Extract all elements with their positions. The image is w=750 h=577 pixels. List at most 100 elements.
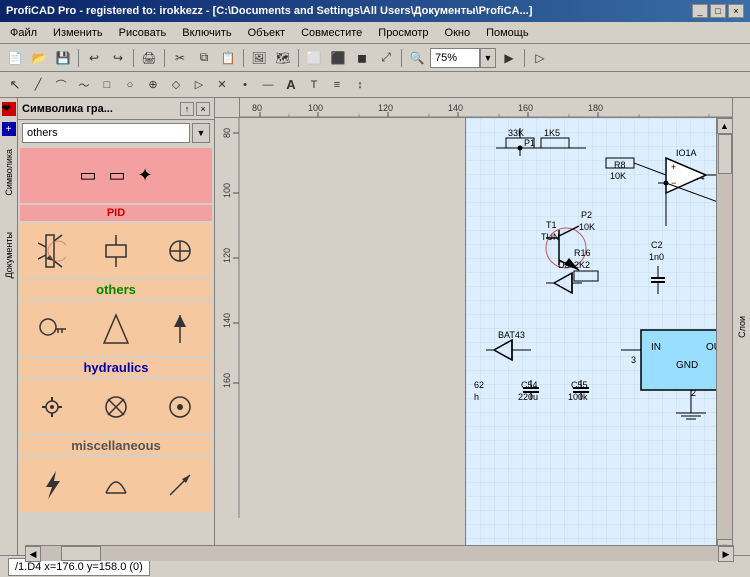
zoom-in-btn[interactable]: 🔍: [406, 47, 428, 69]
dimension-tool[interactable]: ↕: [349, 75, 371, 95]
menu-edit[interactable]: Изменить: [47, 25, 109, 41]
category-input[interactable]: [22, 123, 190, 143]
label-tool[interactable]: T: [303, 75, 325, 95]
image2-button[interactable]: 🗺: [272, 47, 294, 69]
transistor-symbol[interactable]: [38, 233, 66, 269]
dot-tool[interactable]: •: [234, 75, 256, 95]
close-button[interactable]: ×: [728, 4, 744, 18]
category-misc: miscellaneous: [20, 436, 212, 512]
scroll-up-button[interactable]: ▲: [717, 118, 733, 134]
pid-icon2[interactable]: ▭: [108, 165, 125, 186]
undo-button[interactable]: ↩: [83, 47, 105, 69]
menu-include[interactable]: Включить: [176, 25, 237, 41]
crosshair-symbol[interactable]: [166, 233, 194, 269]
horizontal-scrollbar: ◀ ▶: [215, 545, 732, 555]
line-tool[interactable]: ╱: [27, 75, 49, 95]
dot-circle-symbol[interactable]: [166, 389, 194, 425]
category-dropdown-button[interactable]: ▼: [192, 123, 210, 143]
curve-tool[interactable]: 〜: [73, 75, 95, 95]
scroll-v-track[interactable]: [717, 134, 732, 539]
category-select: ▼: [22, 123, 210, 143]
xmark-tool[interactable]: ✕: [211, 75, 233, 95]
print-button[interactable]: 🖨: [138, 47, 160, 69]
right-arrow-btn[interactable]: ▶: [498, 47, 520, 69]
layers-tab[interactable]: Слои: [735, 310, 749, 344]
sym4-button[interactable]: ⤢: [375, 47, 397, 69]
scroll-right-button[interactable]: ▶: [718, 546, 732, 555]
triangle-symbol[interactable]: [102, 311, 130, 347]
sym1-button[interactable]: ⬜: [303, 47, 325, 69]
arrow-up-symbol[interactable]: [166, 311, 194, 347]
titlebar-buttons[interactable]: _ □ ×: [692, 4, 744, 18]
paste-button[interactable]: 📋: [217, 47, 239, 69]
svg-text:33K: 33K: [508, 128, 524, 138]
minimize-button[interactable]: _: [692, 4, 708, 18]
arrow-tool[interactable]: ▷: [188, 75, 210, 95]
zoom-dropdown[interactable]: ▼: [480, 48, 496, 68]
dome-symbol[interactable]: [102, 467, 130, 503]
maximize-button[interactable]: □: [710, 4, 726, 18]
zoom-value[interactable]: 75%: [430, 48, 480, 68]
svg-text:1n0: 1n0: [649, 252, 664, 262]
sidebar-tab-documents[interactable]: Документы: [2, 225, 16, 285]
image-button[interactable]: 🖼: [248, 47, 270, 69]
diag-arrow-symbol[interactable]: [166, 467, 194, 503]
arc-tool[interactable]: ⌒: [50, 75, 72, 95]
lightning-symbol[interactable]: [38, 467, 66, 503]
menu-window[interactable]: Окно: [439, 25, 477, 41]
menu-align[interactable]: Совместите: [295, 25, 368, 41]
svg-text:10K: 10K: [579, 222, 595, 232]
zoom-control[interactable]: 75% ▼: [430, 48, 496, 68]
ruler-wrapper: 80 100 120 140 160 180: [215, 98, 732, 555]
sidebar-tab-symbols[interactable]: Символика: [2, 142, 16, 203]
resistor-symbol[interactable]: [102, 233, 130, 269]
gear-symbol[interactable]: [38, 389, 66, 425]
new-button[interactable]: 📄: [4, 47, 26, 69]
favorites-icon[interactable]: ❤: [2, 102, 16, 116]
ellipse-tool[interactable]: ○: [119, 75, 141, 95]
menu-help[interactable]: Помощь: [480, 25, 535, 41]
drawing-canvas[interactable]: 33K P1 1K5 R8: [466, 118, 716, 555]
multiline-tool[interactable]: ≡: [326, 75, 348, 95]
svg-text:62: 62: [474, 380, 484, 390]
key-symbol[interactable]: [38, 311, 66, 347]
pin-button[interactable]: ↑: [180, 102, 194, 116]
select-tool[interactable]: ↖: [4, 75, 26, 95]
menu-draw[interactable]: Рисовать: [113, 25, 173, 41]
category-hydraulics: hydraulics: [20, 358, 212, 434]
menu-view[interactable]: Просмотр: [372, 25, 434, 41]
svg-text:10K: 10K: [610, 171, 626, 181]
pid-icon3[interactable]: ✦: [137, 165, 152, 186]
svg-text:IN: IN: [651, 342, 661, 353]
vertical-scrollbar: ▲ ▼: [716, 118, 732, 555]
scroll-track[interactable]: [215, 546, 718, 555]
circle-tool[interactable]: ⊕: [142, 75, 164, 95]
menu-file[interactable]: Файл: [4, 25, 43, 41]
pid-icon1[interactable]: ▭: [79, 165, 96, 186]
rect-tool[interactable]: □: [96, 75, 118, 95]
poly-tool[interactable]: ◇: [165, 75, 187, 95]
text-tool[interactable]: A: [280, 75, 302, 95]
open-button[interactable]: 📂: [28, 47, 50, 69]
svg-text:IO1A: IO1A: [676, 148, 697, 158]
top-ruler-svg: 80 100 120 140 160 180: [240, 98, 732, 117]
copy-button[interactable]: ⧉: [193, 47, 215, 69]
component-icon[interactable]: +: [2, 122, 16, 136]
sym3-button[interactable]: ◼: [351, 47, 373, 69]
redo-button[interactable]: ↪: [107, 47, 129, 69]
hz-line-tool[interactable]: —: [257, 75, 279, 95]
nav-right-btn[interactable]: ▷: [529, 47, 551, 69]
title-bar: ProfiCAD Pro - registered to: irokkezz -…: [0, 0, 750, 22]
menu-object[interactable]: Объект: [242, 25, 291, 41]
scroll-v-thumb[interactable]: [718, 134, 732, 174]
sep4: [243, 49, 244, 67]
sym2-button[interactable]: ⬛: [327, 47, 349, 69]
panel-close-button[interactable]: ×: [196, 102, 210, 116]
others-symbols-row1: [20, 223, 212, 278]
svg-text:BAT43: BAT43: [498, 330, 525, 340]
cut-button[interactable]: ✂: [169, 47, 191, 69]
save-button[interactable]: 💾: [52, 47, 74, 69]
svg-text:100: 100: [222, 183, 232, 198]
svg-text:180: 180: [588, 103, 603, 113]
cross-circle-symbol[interactable]: [102, 389, 130, 425]
